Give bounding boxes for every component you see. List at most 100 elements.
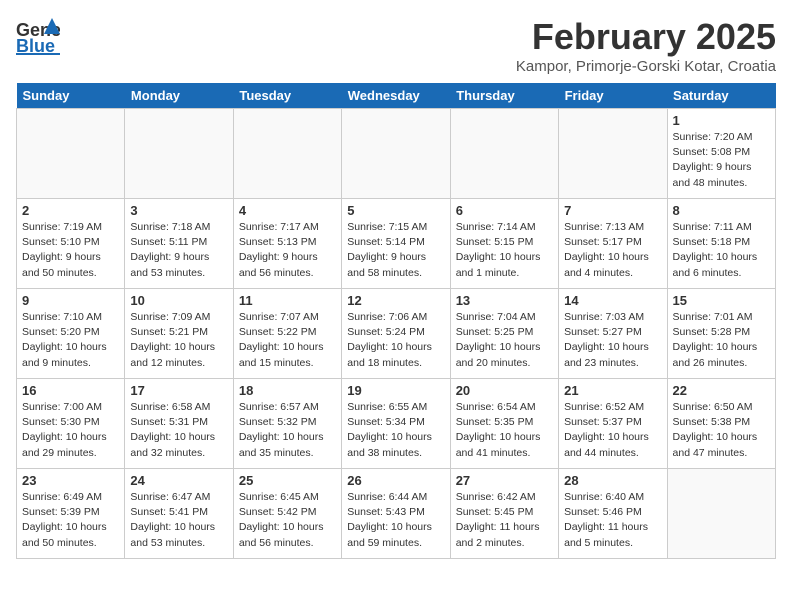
day-cell: 5 Sunrise: 7:15 AM Sunset: 5:14 PM Daylig… [342,199,450,289]
day-number: 19 [347,383,444,398]
day-cell: 26 Sunrise: 6:44 AM Sunset: 5:43 PM Dayli… [342,469,450,559]
location: Kampor, Primorje-Gorski Kotar, Croatia [516,58,776,75]
month-title: February 2025 [516,16,776,58]
title-area: February 2025 Kampor, Primorje-Gorski Ko… [516,16,776,75]
day-info: Sunrise: 7:06 AM Sunset: 5:24 PM Dayligh… [347,310,444,371]
weekday-header-thursday: Thursday [450,83,558,109]
weekday-header-tuesday: Tuesday [233,83,341,109]
day-info: Sunrise: 7:01 AM Sunset: 5:28 PM Dayligh… [673,310,770,371]
day-cell: 23 Sunrise: 6:49 AM Sunset: 5:39 PM Dayli… [17,469,125,559]
day-info: Sunrise: 7:14 AM Sunset: 5:15 PM Dayligh… [456,220,553,281]
logo: General Blue [16,16,60,56]
day-number: 12 [347,293,444,308]
day-cell: 17 Sunrise: 6:58 AM Sunset: 5:31 PM Dayli… [125,379,233,469]
weekday-header-friday: Friday [559,83,667,109]
day-cell [667,469,775,559]
weekday-header-saturday: Saturday [667,83,775,109]
day-cell: 4Sunrise: 7:17 AM Sunset: 5:13 PM Daylig… [233,199,341,289]
day-info: Sunrise: 6:47 AM Sunset: 5:41 PM Dayligh… [130,490,227,551]
day-cell: 28Sunrise: 6:40 AM Sunset: 5:46 PM Dayli… [559,469,667,559]
day-number: 21 [564,383,661,398]
weekday-header-sunday: Sunday [17,83,125,109]
day-number: 6 [456,203,553,218]
day-info: Sunrise: 6:42 AM Sunset: 5:45 PM Dayligh… [456,490,553,551]
day-number: 22 [673,383,770,398]
weekday-header-wednesday: Wednesday [342,83,450,109]
calendar-table: SundayMondayTuesdayWednesdayThursdayFrid… [16,83,776,559]
day-info: Sunrise: 6:49 AM Sunset: 5:39 PM Dayligh… [22,490,119,551]
day-info: Sunrise: 6:57 AM Sunset: 5:32 PM Dayligh… [239,400,336,461]
day-cell [125,109,233,199]
day-number: 3 [130,203,227,218]
day-info: Sunrise: 7:18 AM Sunset: 5:11 PM Dayligh… [130,220,227,281]
day-cell: 2Sunrise: 7:19 AM Sunset: 5:10 PM Daylig… [17,199,125,289]
day-cell [17,109,125,199]
day-info: Sunrise: 7:19 AM Sunset: 5:10 PM Dayligh… [22,220,119,281]
weekday-header-monday: Monday [125,83,233,109]
day-number: 16 [22,383,119,398]
day-cell: 6 Sunrise: 7:14 AM Sunset: 5:15 PM Daylig… [450,199,558,289]
day-info: Sunrise: 7:10 AM Sunset: 5:20 PM Dayligh… [22,310,119,371]
day-info: Sunrise: 7:00 AM Sunset: 5:30 PM Dayligh… [22,400,119,461]
day-info: Sunrise: 7:07 AM Sunset: 5:22 PM Dayligh… [239,310,336,371]
day-cell: 25 Sunrise: 6:45 AM Sunset: 5:42 PM Dayli… [233,469,341,559]
day-number: 10 [130,293,227,308]
day-number: 26 [347,473,444,488]
day-number: 24 [130,473,227,488]
day-cell: 9 Sunrise: 7:10 AM Sunset: 5:20 PM Daylig… [17,289,125,379]
day-cell: 7Sunrise: 7:13 AM Sunset: 5:17 PM Daylig… [559,199,667,289]
day-info: Sunrise: 7:17 AM Sunset: 5:13 PM Dayligh… [239,220,336,281]
day-cell: 21 Sunrise: 6:52 AM Sunset: 5:37 PM Dayli… [559,379,667,469]
day-cell: 19 Sunrise: 6:55 AM Sunset: 5:34 PM Dayli… [342,379,450,469]
day-number: 8 [673,203,770,218]
week-row-3: 9 Sunrise: 7:10 AM Sunset: 5:20 PM Daylig… [17,289,776,379]
day-cell: 10 Sunrise: 7:09 AM Sunset: 5:21 PM Dayli… [125,289,233,379]
day-info: Sunrise: 7:13 AM Sunset: 5:17 PM Dayligh… [564,220,661,281]
page-header: General Blue February 2025 Kampor, Primo… [16,16,776,75]
day-info: Sunrise: 6:55 AM Sunset: 5:34 PM Dayligh… [347,400,444,461]
day-cell [559,109,667,199]
day-number: 1 [673,113,770,128]
day-info: Sunrise: 7:11 AM Sunset: 5:18 PM Dayligh… [673,220,770,281]
day-number: 5 [347,203,444,218]
day-info: Sunrise: 7:09 AM Sunset: 5:21 PM Dayligh… [130,310,227,371]
day-cell: 1Sunrise: 7:20 AM Sunset: 5:08 PM Daylig… [667,109,775,199]
day-info: Sunrise: 6:58 AM Sunset: 5:31 PM Dayligh… [130,400,227,461]
logo-icon: General Blue [16,16,60,56]
day-info: Sunrise: 6:54 AM Sunset: 5:35 PM Dayligh… [456,400,553,461]
week-row-5: 23 Sunrise: 6:49 AM Sunset: 5:39 PM Dayli… [17,469,776,559]
day-number: 20 [456,383,553,398]
day-cell: 3 Sunrise: 7:18 AM Sunset: 5:11 PM Daylig… [125,199,233,289]
day-info: Sunrise: 6:45 AM Sunset: 5:42 PM Dayligh… [239,490,336,551]
day-info: Sunrise: 7:15 AM Sunset: 5:14 PM Dayligh… [347,220,444,281]
day-number: 11 [239,293,336,308]
day-cell: 24 Sunrise: 6:47 AM Sunset: 5:41 PM Dayli… [125,469,233,559]
day-info: Sunrise: 7:03 AM Sunset: 5:27 PM Dayligh… [564,310,661,371]
day-cell [342,109,450,199]
day-number: 17 [130,383,227,398]
day-cell: 14 Sunrise: 7:03 AM Sunset: 5:27 PM Dayli… [559,289,667,379]
day-cell: 8 Sunrise: 7:11 AM Sunset: 5:18 PM Daylig… [667,199,775,289]
day-info: Sunrise: 6:44 AM Sunset: 5:43 PM Dayligh… [347,490,444,551]
day-number: 23 [22,473,119,488]
day-number: 25 [239,473,336,488]
day-number: 14 [564,293,661,308]
day-info: Sunrise: 7:04 AM Sunset: 5:25 PM Dayligh… [456,310,553,371]
day-info: Sunrise: 6:50 AM Sunset: 5:38 PM Dayligh… [673,400,770,461]
day-cell [233,109,341,199]
weekday-header-row: SundayMondayTuesdayWednesdayThursdayFrid… [17,83,776,109]
day-cell: 11 Sunrise: 7:07 AM Sunset: 5:22 PM Dayli… [233,289,341,379]
day-info: Sunrise: 6:52 AM Sunset: 5:37 PM Dayligh… [564,400,661,461]
day-number: 18 [239,383,336,398]
day-cell: 27 Sunrise: 6:42 AM Sunset: 5:45 PM Dayli… [450,469,558,559]
day-cell: 20 Sunrise: 6:54 AM Sunset: 5:35 PM Dayli… [450,379,558,469]
day-number: 9 [22,293,119,308]
week-row-4: 16 Sunrise: 7:00 AM Sunset: 5:30 PM Dayli… [17,379,776,469]
week-row-1: 1Sunrise: 7:20 AM Sunset: 5:08 PM Daylig… [17,109,776,199]
day-info: Sunrise: 6:40 AM Sunset: 5:46 PM Dayligh… [564,490,661,551]
day-cell: 22 Sunrise: 6:50 AM Sunset: 5:38 PM Dayli… [667,379,775,469]
day-number: 15 [673,293,770,308]
day-number: 13 [456,293,553,308]
day-number: 27 [456,473,553,488]
day-cell: 13 Sunrise: 7:04 AM Sunset: 5:25 PM Dayli… [450,289,558,379]
